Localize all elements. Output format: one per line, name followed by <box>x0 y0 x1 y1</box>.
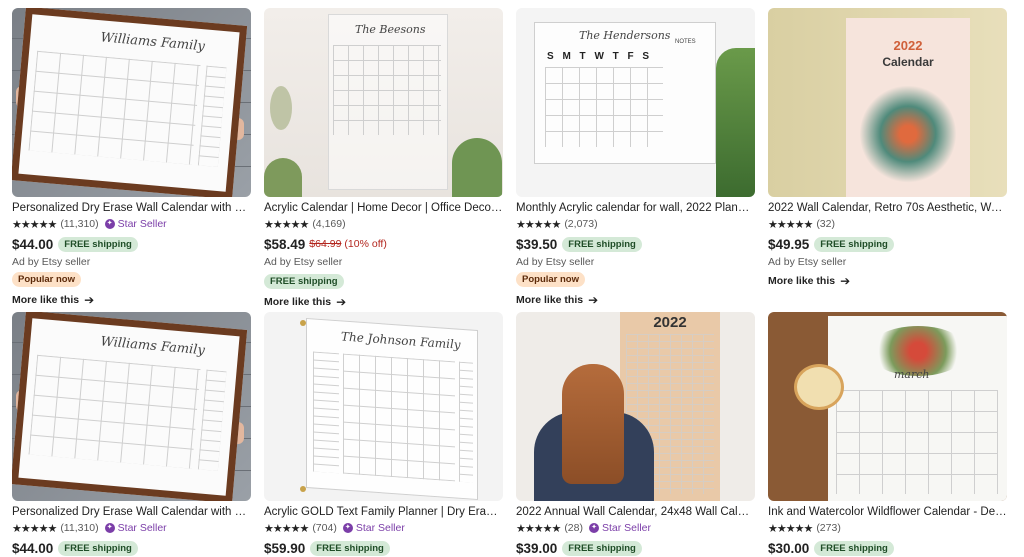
price: $59.90 <box>264 540 306 556</box>
review-count: (4,169) <box>312 218 346 230</box>
more-like-this-link[interactable]: More like this ➔ <box>264 295 503 309</box>
ad-label: Ad by Etsy seller <box>264 256 343 268</box>
price: $39.00 <box>516 540 558 556</box>
listing-card[interactable]: The Hendersons S M T W T F S NOTES Month… <box>516 8 755 307</box>
free-shipping-badge: FREE shipping <box>562 236 642 252</box>
listing-image[interactable]: The Hendersons S M T W T F S NOTES <box>516 8 755 197</box>
calendar-title-text: The Hendersons <box>579 29 671 42</box>
discount-label: (10% off) <box>344 238 387 250</box>
listing-card[interactable]: 2022 2022 Annual Wall Calendar, 24x48 Wa… <box>516 312 755 557</box>
ad-label: Ad by Etsy seller <box>768 256 847 268</box>
rating-stars: ★★★★★ <box>264 218 309 231</box>
review-count: (11,310) <box>60 218 99 230</box>
arrow-right-icon: ➔ <box>336 295 347 309</box>
rating-stars: ★★★★★ <box>768 218 813 231</box>
listing-image[interactable]: The Beesons <box>264 8 503 197</box>
calendar-notes-label: NOTES <box>675 39 696 45</box>
review-count: (32) <box>816 218 835 230</box>
calendar-label-text: march <box>894 368 930 381</box>
free-shipping-badge: FREE shipping <box>264 274 344 289</box>
star-seller-icon: ✦ <box>104 523 115 533</box>
calendar-title-text: Williams Family <box>99 334 206 359</box>
free-shipping-badge: FREE shipping <box>310 540 390 556</box>
more-like-this-link[interactable]: More like this ➔ <box>516 293 755 307</box>
listing-image[interactable]: The Johnson Family <box>264 312 503 501</box>
star-seller-icon: ✦ <box>342 523 353 533</box>
price: $58.49 <box>264 236 306 252</box>
arrow-right-icon: ➔ <box>840 274 851 288</box>
listing-card[interactable]: The Beesons Acrylic Calendar | Home Deco… <box>264 8 503 309</box>
star-seller-badge: ✦ Star Seller <box>589 522 651 534</box>
calendar-year-text: 2022 <box>653 314 687 331</box>
price: $39.50 <box>516 236 558 252</box>
more-like-this-link[interactable]: More like this ➔ <box>768 274 1007 288</box>
review-count: (28) <box>564 522 583 534</box>
listing-card[interactable]: march Ink and Watercolor Wildflower Cale… <box>768 312 1007 557</box>
listing-card[interactable]: 2022 Calendar 2022 Wall Calendar, Retro … <box>768 8 1007 288</box>
listing-card[interactable]: The Johnson Family Acrylic GOLD Text Fam… <box>264 312 503 557</box>
star-seller-badge: ✦ Star Seller <box>342 522 405 534</box>
free-shipping-badge: FREE shipping <box>814 540 894 556</box>
calendar-title-text: The Beesons <box>355 23 426 36</box>
listing-image[interactable]: Williams Family <box>12 8 251 197</box>
listing-card[interactable]: Williams Family Personalized Dry Erase W… <box>12 312 251 557</box>
calendar-label-text: Calendar <box>882 55 934 69</box>
calendar-title-text: The Johnson Family <box>341 329 461 352</box>
rating-stars: ★★★★★ <box>516 218 561 231</box>
listing-image[interactable]: 2022 Calendar <box>768 8 1007 197</box>
price: $49.95 <box>768 236 810 252</box>
popular-badge: Popular now <box>12 272 81 287</box>
star-seller-badge: ✦ Star Seller <box>104 522 167 534</box>
listing-card[interactable]: Williams Family Personalized Dry Erase W… <box>12 8 251 307</box>
free-shipping-badge: FREE shipping <box>58 236 138 252</box>
more-like-this-link[interactable]: More like this ➔ <box>12 293 251 307</box>
rating-stars: ★★★★★ <box>12 218 57 231</box>
rating-stars: ★★★★★ <box>264 522 309 535</box>
listing-image[interactable]: Williams Family <box>12 312 251 501</box>
star-seller-icon: ✦ <box>104 219 115 229</box>
free-shipping-badge: FREE shipping <box>562 540 642 556</box>
free-shipping-badge: FREE shipping <box>58 540 138 556</box>
review-count: (11,310) <box>60 522 99 534</box>
listing-title[interactable]: 2022 Wall Calendar, Retro 70s Aesthetic,… <box>768 201 1007 215</box>
star-seller-icon: ✦ <box>589 523 599 533</box>
review-count: (273) <box>816 522 841 534</box>
star-seller-badge: ✦ Star Seller <box>104 218 167 230</box>
calendar-year-text: 2022 <box>893 38 923 53</box>
arrow-right-icon: ➔ <box>84 293 95 307</box>
free-shipping-badge: FREE shipping <box>814 236 894 252</box>
listing-title[interactable]: Personalized Dry Erase Wall Calendar wit… <box>12 505 251 519</box>
listing-title[interactable]: Ink and Watercolor Wildflower Calendar -… <box>768 505 1007 519</box>
review-count: (2,073) <box>564 218 598 230</box>
listing-title[interactable]: Acrylic GOLD Text Family Planner | Dry E… <box>264 505 503 519</box>
popular-badge: Popular now <box>516 272 585 287</box>
price: $44.00 <box>12 236 54 252</box>
review-count: (704) <box>312 522 337 534</box>
listing-image[interactable]: march <box>768 312 1007 501</box>
listing-title[interactable]: Monthly Acrylic calendar for wall, 2022 … <box>516 201 755 215</box>
original-price: $64.99 <box>309 238 342 250</box>
calendar-title-text: Williams Family <box>99 30 206 55</box>
ad-label: Ad by Etsy seller <box>12 256 91 268</box>
ad-label: Ad by Etsy seller <box>516 256 595 268</box>
price: $44.00 <box>12 540 54 556</box>
listing-title[interactable]: 2022 Annual Wall Calendar, 24x48 Wall Ca… <box>516 505 755 519</box>
rating-stars: ★★★★★ <box>768 522 813 535</box>
rating-stars: ★★★★★ <box>12 522 57 535</box>
listing-image[interactable]: 2022 <box>516 312 755 501</box>
rating-stars: ★★★★★ <box>516 522 561 535</box>
calendar-weekdays: S M T W T F S <box>547 51 653 62</box>
listing-title[interactable]: Personalized Dry Erase Wall Calendar wit… <box>12 201 251 215</box>
price: $30.00 <box>768 540 810 556</box>
listing-title[interactable]: Acrylic Calendar | Home Decor | Office D… <box>264 201 503 215</box>
arrow-right-icon: ➔ <box>588 293 599 307</box>
